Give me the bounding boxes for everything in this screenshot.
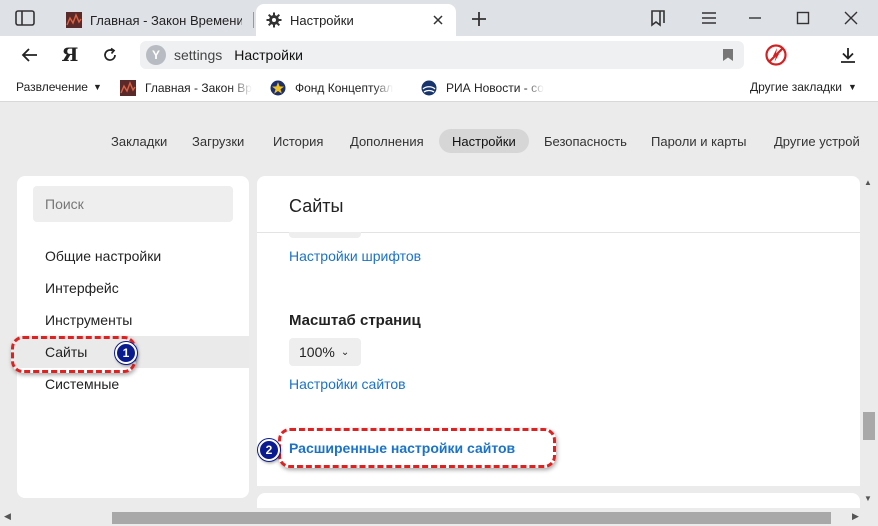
bookmark-flag-icon[interactable] xyxy=(722,48,734,62)
bookmark-item[interactable]: РИА Новости - со xyxy=(421,80,557,96)
settings-nav-other-devices[interactable]: Другие устрой xyxy=(761,129,873,153)
bookmark-item[interactable]: Главная - Закон Вр xyxy=(120,80,256,96)
tab-manager-icon[interactable] xyxy=(15,10,35,26)
url-field[interactable]: Y settings Настройки xyxy=(140,41,744,69)
search-input[interactable]: Поиск xyxy=(33,186,233,222)
other-bookmarks-label: Другие закладки xyxy=(750,80,842,94)
gear-icon xyxy=(266,12,282,28)
bookmark-folder-entertainment[interactable]: Развлечение ▼ xyxy=(16,80,102,94)
maximize-icon[interactable] xyxy=(791,6,815,30)
bookmark-tabs-icon[interactable] xyxy=(646,6,670,30)
bookmark-folder-label: Развлечение xyxy=(16,80,88,94)
settings-nav-bookmarks[interactable]: Закладки xyxy=(98,129,180,153)
scroll-up-icon[interactable]: ▲ xyxy=(864,178,872,187)
scroll-left-icon[interactable]: ◀ xyxy=(4,511,11,522)
vertical-scrollbar[interactable]: ▲ ▼ xyxy=(860,176,878,508)
horizontal-scrollbar[interactable]: ◀ ▶ xyxy=(0,508,878,526)
ria-favicon-icon xyxy=(421,80,437,96)
annotation-badge-1: 1 xyxy=(115,342,137,364)
menu-hamburger-icon[interactable] xyxy=(697,6,721,30)
font-settings-link[interactable]: Настройки шрифтов xyxy=(289,248,421,264)
tab-title: Настройки xyxy=(290,12,354,28)
settings-nav: Закладки Загрузки История Дополнения Нас… xyxy=(0,102,878,178)
settings-nav-extensions[interactable]: Дополнения xyxy=(337,129,437,153)
settings-nav-downloads[interactable]: Загрузки xyxy=(179,129,257,153)
tab-strip: Главная - Закон Времени Настройки xyxy=(0,0,878,36)
download-icon[interactable] xyxy=(836,43,860,67)
zakon-favicon-icon xyxy=(66,12,82,28)
site-settings-link[interactable]: Настройки сайтов xyxy=(289,376,406,392)
zoom-dropdown[interactable]: 100% ⌄ xyxy=(289,338,361,366)
zakon-favicon-icon xyxy=(120,80,136,96)
other-bookmarks[interactable]: Другие закладки ▼ xyxy=(750,80,857,94)
settings-nav-security[interactable]: Безопасность xyxy=(531,129,640,153)
annotation-ring-advanced xyxy=(278,428,556,468)
bookmark-label: Фонд Концептуал xyxy=(295,81,394,95)
bookmark-label: Главная - Закон Вр xyxy=(145,81,252,95)
sidebar-item-general[interactable]: Общие настройки xyxy=(17,240,249,272)
sidebar-item-tools[interactable]: Инструменты xyxy=(17,304,249,336)
scrolled-control-remnant xyxy=(289,232,361,238)
tab-separator xyxy=(253,12,254,28)
bookmarks-bar: Развлечение ▼ Главная - Закон Вр Фонд Ко… xyxy=(0,74,878,102)
search-placeholder: Поиск xyxy=(45,196,84,212)
caret-down-icon: ▼ xyxy=(92,82,102,92)
new-tab-plus-icon[interactable] xyxy=(468,8,490,30)
chevron-down-icon: ⌄ xyxy=(340,346,350,358)
window-close-icon[interactable] xyxy=(839,6,863,30)
tab-zakon-vremeni[interactable]: Главная - Закон Времени xyxy=(56,4,252,36)
reload-icon[interactable] xyxy=(98,43,122,67)
site-shield-icon: Y xyxy=(146,45,166,65)
annotation-badge-2: 2 xyxy=(258,439,280,461)
tab-title: Главная - Закон Времени xyxy=(90,12,242,28)
caret-down-icon: ▼ xyxy=(847,82,857,92)
scroll-down-icon[interactable]: ▼ xyxy=(864,494,872,503)
zoom-value: 100% xyxy=(299,344,335,360)
vertical-scroll-thumb[interactable] xyxy=(863,412,875,440)
minimize-icon[interactable] xyxy=(743,6,767,30)
scroll-right-icon[interactable]: ▶ xyxy=(852,511,859,522)
bookmark-label: РИА Новости - со xyxy=(446,81,544,95)
address-bar: Я Y settings Настройки xyxy=(0,36,878,74)
section-header: Сайты xyxy=(289,196,344,216)
settings-nav-passwords[interactable]: Пароли и карты xyxy=(638,129,760,153)
settings-nav-history[interactable]: История xyxy=(260,129,336,153)
sidebar-item-interface[interactable]: Интерфейс xyxy=(17,272,249,304)
close-icon[interactable] xyxy=(430,12,446,28)
fund-favicon-icon xyxy=(270,80,286,96)
protect-extension-icon[interactable] xyxy=(764,43,788,67)
yandex-logo-icon[interactable]: Я xyxy=(58,43,82,67)
bookmark-item[interactable]: Фонд Концептуал xyxy=(270,80,408,96)
tab-settings[interactable]: Настройки xyxy=(256,4,456,36)
back-arrow-icon[interactable] xyxy=(18,43,42,67)
page-title-text: Настройки xyxy=(234,47,303,63)
url-text: settings xyxy=(174,47,223,63)
settings-nav-settings[interactable]: Настройки xyxy=(439,129,529,153)
zoom-section-title: Масштаб страниц xyxy=(289,312,421,329)
horizontal-scroll-thumb[interactable] xyxy=(112,512,831,524)
